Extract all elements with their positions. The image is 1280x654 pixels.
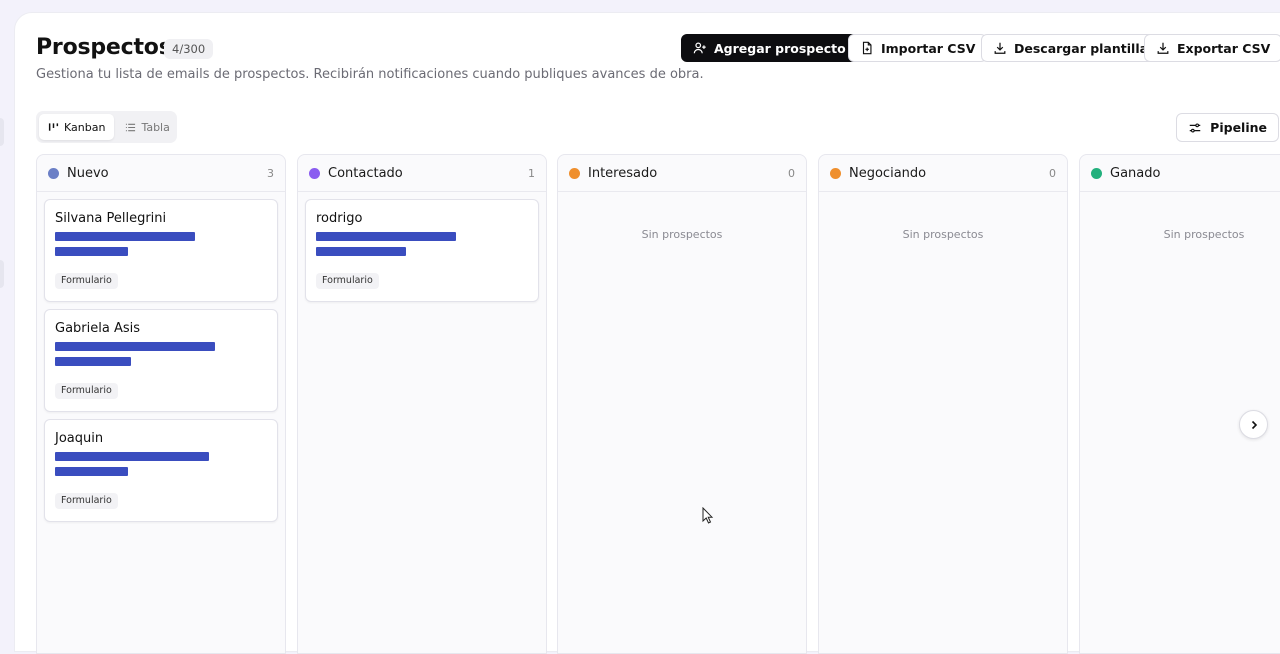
add-prospect-label: Agregar prospecto	[714, 40, 846, 56]
prospect-card[interactable]: Silvana Pellegrini Formulario	[44, 199, 278, 302]
tab-table-label: Tabla	[141, 120, 170, 134]
source-tag: Formulario	[55, 383, 118, 399]
column-header: Nuevo 3	[37, 155, 285, 192]
redacted-email	[55, 452, 209, 461]
redacted-phone	[316, 247, 406, 256]
import-csv-label: Importar CSV	[881, 40, 976, 56]
column-header: Interesado 0	[558, 155, 806, 192]
sliders-icon	[1189, 122, 1201, 133]
column-negociando: Negociando 0 Sin prospectos	[818, 154, 1068, 654]
redacted-phone	[55, 247, 128, 256]
export-csv-button[interactable]: Exportar CSV	[1144, 34, 1280, 62]
tab-kanban[interactable]: Kanban	[39, 114, 115, 140]
pipeline-label: Pipeline	[1210, 120, 1267, 135]
column-title: Negociando	[849, 165, 927, 181]
prospect-name: Gabriela Asis	[55, 321, 141, 336]
add-prospect-button[interactable]: Agregar prospecto	[681, 34, 858, 62]
prospect-card[interactable]: Gabriela Asis Formulario	[44, 309, 278, 412]
column-header: Contactado 1	[298, 155, 546, 192]
redacted-email	[55, 342, 215, 351]
scroll-right-button[interactable]	[1239, 410, 1268, 439]
column-contactado: Contactado 1 rodrigo Formulario	[297, 154, 547, 654]
redacted-email	[316, 232, 456, 241]
column-title: Ganado	[1110, 165, 1161, 181]
rail-item[interactable]	[0, 118, 4, 146]
tab-table[interactable]: Tabla	[116, 114, 178, 140]
download-template-label: Descargar plantilla	[1014, 40, 1149, 56]
kanban-icon	[48, 122, 59, 131]
status-dot	[830, 167, 841, 179]
column-count: 3	[267, 166, 274, 180]
view-toggle: Kanban Tabla	[36, 111, 177, 143]
status-dot	[569, 167, 580, 179]
prospect-name: Joaquin	[55, 431, 104, 446]
column-title: Nuevo	[67, 165, 109, 181]
page-subtitle: Gestiona tu lista de emails de prospecto…	[36, 67, 704, 82]
column-title: Contactado	[328, 165, 403, 181]
prospect-card[interactable]: Joaquin Formulario	[44, 419, 278, 522]
tab-kanban-label: Kanban	[64, 120, 106, 134]
source-tag: Formulario	[316, 273, 379, 289]
column-header: Negociando 0	[819, 155, 1067, 192]
mouse-cursor-icon	[702, 507, 714, 524]
empty-state: Sin prospectos	[902, 228, 984, 241]
left-rail	[0, 0, 14, 632]
prospect-name: Silvana Pellegrini	[55, 211, 167, 226]
user-plus-icon	[693, 42, 706, 54]
prospect-card[interactable]: rodrigo Formulario	[305, 199, 539, 302]
status-dot	[309, 167, 320, 179]
column-count: 1	[528, 166, 535, 180]
redacted-phone	[55, 357, 131, 366]
prospect-name: rodrigo	[316, 211, 363, 226]
column-header: Ganado	[1080, 155, 1280, 192]
export-csv-label: Exportar CSV	[1177, 40, 1271, 56]
empty-state: Sin prospectos	[1163, 228, 1245, 241]
list-icon	[126, 123, 136, 131]
redacted-phone	[55, 467, 128, 476]
column-interesado: Interesado 0 Sin prospectos	[557, 154, 807, 654]
prospect-count-badge: 4/300	[164, 39, 214, 59]
chevron-right-icon	[1251, 420, 1257, 429]
redacted-email	[55, 232, 195, 241]
main-panel: Prospectos 4/300 Gestiona tu lista de em…	[14, 12, 1280, 654]
source-tag: Formulario	[55, 273, 118, 289]
rail-item[interactable]	[0, 260, 4, 288]
column-count: 0	[1049, 166, 1056, 180]
page-title: Prospectos	[36, 35, 172, 60]
pipeline-button[interactable]: Pipeline	[1176, 113, 1279, 142]
source-tag: Formulario	[55, 493, 118, 509]
download-icon	[1157, 42, 1169, 54]
status-dot	[1091, 167, 1102, 179]
download-icon	[994, 42, 1006, 54]
column-ganado: Ganado Sin prospectos	[1079, 154, 1280, 654]
status-dot	[48, 167, 59, 179]
download-template-button[interactable]: Descargar plantilla	[981, 34, 1161, 62]
empty-state: Sin prospectos	[641, 228, 723, 241]
file-plus-icon	[862, 41, 872, 55]
column-title: Interesado	[588, 165, 658, 181]
column-count: 0	[788, 166, 795, 180]
import-csv-button[interactable]: Importar CSV	[848, 34, 988, 62]
column-nuevo: Nuevo 3 Silvana Pellegrini Formulario Ga…	[36, 154, 286, 654]
